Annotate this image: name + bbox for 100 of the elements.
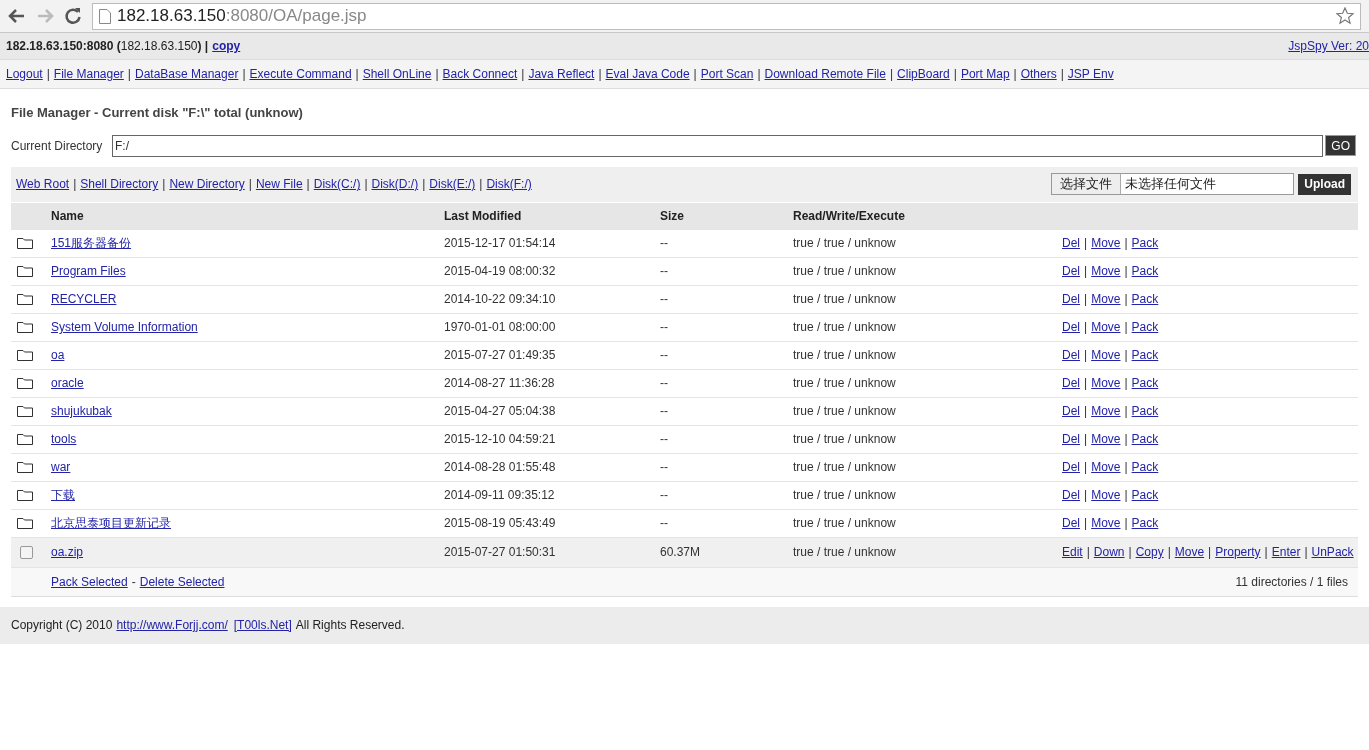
action-link[interactable]: Del — [1062, 430, 1080, 448]
tool-link[interactable]: Disk(E:/) — [429, 175, 476, 193]
action-link[interactable]: Del — [1062, 290, 1080, 308]
file-name-link[interactable]: RECYCLER — [51, 292, 117, 306]
action-link[interactable]: Pack — [1131, 458, 1159, 476]
separator-text: | — [1084, 431, 1088, 448]
separator-text: | — [1124, 319, 1128, 336]
size-cell-text: -- — [660, 319, 669, 336]
tool-link[interactable]: Disk(C:/) — [313, 175, 361, 193]
choose-file-label: 选择文件 — [1052, 174, 1122, 194]
file-name-link[interactable]: Program Files — [51, 264, 126, 278]
file-name-link[interactable]: oracle — [51, 376, 84, 390]
address-bar[interactable]: 182.18.63.150:8080/OA/page.jsp — [92, 2, 1361, 30]
action-link[interactable]: Move — [1091, 346, 1121, 364]
nav-link[interactable]: File Manager — [53, 65, 124, 83]
file-name-link[interactable]: System Volume Information — [51, 320, 198, 334]
action-link[interactable]: Move — [1091, 514, 1121, 532]
action-link[interactable]: Pack — [1131, 430, 1159, 448]
action-link[interactable]: Del — [1062, 346, 1080, 364]
pack-selected-link[interactable]: Pack Selected — [51, 572, 128, 591]
nav-link[interactable]: ClipBoard — [897, 65, 950, 83]
nav-link[interactable]: Download Remote File — [764, 65, 886, 83]
action-link[interactable]: Move — [1091, 374, 1121, 392]
action-link[interactable]: Move — [1091, 290, 1121, 308]
action-link[interactable]: Pack — [1131, 346, 1159, 364]
tool-link[interactable]: Web Root — [16, 175, 70, 193]
nav-link[interactable]: Port Scan — [700, 65, 754, 83]
tool-link[interactable]: Shell Directory — [80, 175, 159, 193]
action-link[interactable]: Del — [1062, 262, 1080, 280]
action-link[interactable]: Pack — [1131, 514, 1159, 532]
action-link[interactable]: Edit — [1062, 543, 1083, 561]
action-link[interactable]: Del — [1062, 458, 1080, 476]
action-link[interactable]: Move — [1091, 318, 1121, 336]
action-link[interactable]: Pack — [1131, 374, 1159, 392]
back-arrow-icon[interactable] — [8, 8, 26, 24]
nav-link[interactable]: Others — [1020, 65, 1057, 83]
action-link[interactable]: Del — [1062, 234, 1080, 252]
nav-link[interactable]: JSP Env — [1067, 65, 1114, 83]
rights-text: All Rights Reserved. — [295, 617, 405, 634]
modified-cell-text: 2015-12-10 04:59:21 — [444, 431, 557, 448]
nav-link[interactable]: Eval Java Code — [605, 65, 690, 83]
separator-text: | — [1124, 291, 1128, 308]
file-name-link[interactable]: shujukubak — [51, 404, 112, 418]
folder-icon — [17, 517, 33, 529]
action-link[interactable]: Enter — [1271, 543, 1301, 561]
delete-selected-link[interactable]: Delete Selected — [139, 572, 225, 591]
tool-link[interactable]: New Directory — [169, 175, 245, 193]
action-link[interactable]: Pack — [1131, 290, 1159, 308]
file-name-link[interactable]: oa — [51, 348, 65, 362]
go-button[interactable]: GO — [1325, 135, 1356, 156]
tool-link[interactable]: New File — [255, 175, 303, 193]
action-link[interactable]: Pack — [1131, 486, 1159, 504]
file-name-link[interactable]: tools — [51, 432, 77, 446]
action-link[interactable]: Down — [1093, 543, 1125, 561]
separator-text: | — [1124, 403, 1128, 420]
action-link[interactable]: Copy — [1135, 543, 1164, 561]
copy-link[interactable]: copy — [212, 37, 241, 55]
forum-link[interactable]: [T00ls.Net] — [233, 616, 292, 634]
version-link[interactable]: JspSpy Ver: 20 — [1288, 37, 1369, 55]
nav-link[interactable]: Shell OnLine — [362, 65, 432, 83]
tool-link[interactable]: Disk(D:/) — [371, 175, 419, 193]
action-link[interactable]: Property — [1215, 543, 1261, 561]
action-link[interactable]: Del — [1062, 374, 1080, 392]
file-name-link[interactable]: 下载 — [51, 488, 75, 502]
action-link[interactable]: Pack — [1131, 402, 1159, 420]
file-name-link[interactable]: oa.zip — [51, 545, 84, 559]
action-link[interactable]: Move — [1091, 262, 1121, 280]
nav-link[interactable]: Logout — [6, 65, 43, 83]
file-name-link[interactable]: 北京思泰项目更新记录 — [51, 516, 171, 530]
action-link[interactable]: Move — [1091, 402, 1121, 420]
nav-link[interactable]: Port Map — [960, 65, 1010, 83]
upload-button[interactable]: Upload — [1298, 173, 1351, 195]
row-checkbox[interactable] — [20, 545, 33, 559]
file-name-link[interactable]: 151服务器备份 — [51, 236, 132, 250]
nav-link[interactable]: Execute Command — [249, 65, 352, 83]
action-link[interactable]: Pack — [1131, 318, 1159, 336]
action-link[interactable]: Pack — [1131, 234, 1159, 252]
folder-icon — [17, 321, 33, 333]
star-icon[interactable] — [1336, 7, 1354, 25]
reload-icon[interactable] — [64, 7, 82, 25]
action-link[interactable]: Del — [1062, 514, 1080, 532]
file-name-link[interactable]: war — [51, 460, 71, 474]
action-link[interactable]: Del — [1062, 486, 1080, 504]
action-link[interactable]: UnPack — [1311, 543, 1354, 561]
website-link[interactable]: http://www.Forjj.com/ — [116, 616, 228, 634]
action-link[interactable]: Pack — [1131, 262, 1159, 280]
directory-field[interactable]: F:/ — [112, 134, 1324, 157]
nav-link[interactable]: Java Reflect — [528, 65, 595, 83]
action-link[interactable]: Del — [1062, 402, 1080, 420]
action-link[interactable]: Del — [1062, 318, 1080, 336]
action-link[interactable]: Move — [1091, 458, 1121, 476]
action-link[interactable]: Move — [1091, 486, 1121, 504]
nav-link[interactable]: Back Connect — [442, 65, 518, 83]
file-picker[interactable]: 选择文件 未选择任何文件 — [1051, 173, 1295, 195]
action-link[interactable]: Move — [1091, 234, 1121, 252]
action-link[interactable]: Move — [1174, 543, 1205, 561]
nav-link[interactable]: DataBase Manager — [135, 65, 239, 83]
action-link[interactable]: Move — [1091, 430, 1121, 448]
tool-link[interactable]: Disk(F:/) — [486, 175, 532, 193]
modified-cell-text: 2015-07-27 01:49:35 — [444, 347, 557, 364]
